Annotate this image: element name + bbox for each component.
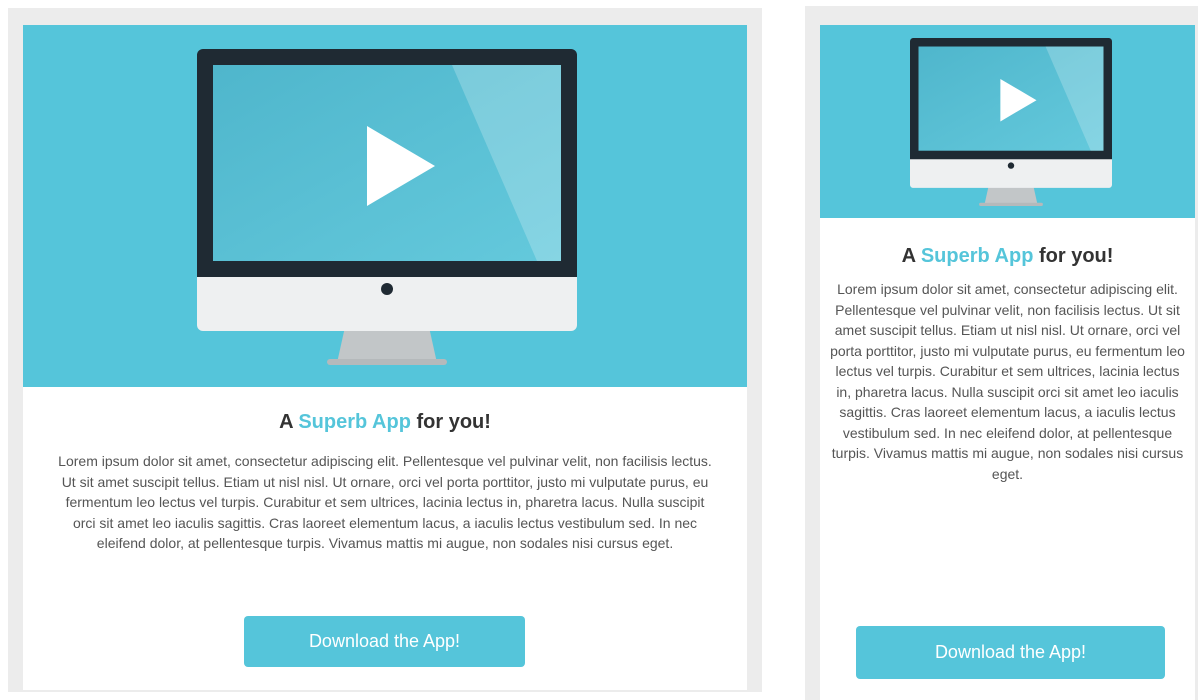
hero-banner	[23, 25, 747, 387]
headline-prefix: A	[279, 411, 299, 433]
headline: A Superb App for you!	[820, 245, 1195, 268]
download-app-button[interactable]: Download the App!	[856, 626, 1165, 679]
mobile-email-card: A Superb App for you! Lorem ipsum dolor …	[820, 25, 1195, 700]
desktop-email-card: A Superb App for you! Lorem ipsum dolor …	[23, 25, 747, 690]
headline-prefix: A	[901, 245, 921, 267]
headline-suffix: for you!	[1033, 245, 1114, 267]
headline-suffix: for you!	[410, 411, 491, 433]
monitor-play-icon	[197, 49, 577, 365]
headline-accent: Superb App	[920, 245, 1034, 267]
monitor-play-icon	[910, 38, 1112, 206]
email-preview-canvas: A Superb App for you! Lorem ipsum dolor …	[0, 0, 1198, 700]
download-app-button[interactable]: Download the App!	[244, 616, 525, 667]
headline-accent: Superb App	[298, 411, 411, 433]
body-text: Lorem ipsum dolor sit amet, consectetur …	[58, 453, 712, 551]
headline: A Superb App for you!	[23, 411, 747, 434]
body-text: Lorem ipsum dolor sit amet, consectetur …	[830, 281, 1185, 482]
hero-banner	[820, 25, 1195, 218]
